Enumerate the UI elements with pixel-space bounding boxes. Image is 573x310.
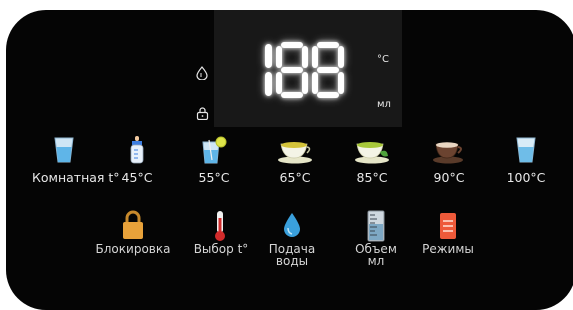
modes-icon [439,212,457,244]
lock-button[interactable]: Блокировка [88,210,178,255]
celsius-unit: °C [377,54,389,65]
water-dispense-button[interactable]: Подача воды [262,210,322,267]
digit-3 [312,42,344,98]
digit-1 [256,42,272,98]
ml-unit: мл [377,99,391,110]
temp-label: 90°C [433,170,465,185]
control-label-line2: воды [275,254,309,268]
volume-button[interactable]: Объем мл [348,210,404,267]
temp-label: 65°C [279,170,311,185]
control-label-line2: мл [367,254,385,268]
green-tea-icon [354,136,390,168]
temp-label: Комнатная t° [32,170,120,185]
padlock-icon [122,210,144,244]
modes-button[interactable]: Режимы [418,210,478,255]
temp-label: 85°C [356,170,388,185]
control-label: Режимы [422,242,474,256]
water-drop-outline-icon [196,65,208,81]
tea-cup-icon [277,136,313,168]
coffee-cup-icon [432,136,466,168]
measuring-cup-icon [366,210,386,246]
lemon-water-icon [200,136,228,168]
control-label: Блокировка [95,242,171,256]
water-drop-icon [283,212,301,242]
baby-bottle-icon [129,136,145,168]
temp-label: 45°C [121,170,153,185]
control-panel: °C мл Комнатная t° 45°C 55°C 65°C 85°C 9… [6,10,573,310]
temp-select-button[interactable]: Выбор t° [186,210,256,255]
temp-label: 55°C [198,170,230,185]
glass-icon [53,136,75,168]
lock-outline-icon [196,105,209,121]
led-display: °C мл [196,10,402,127]
thermometer-icon [213,210,227,246]
digit-readout [256,42,344,98]
digit-2 [276,42,308,98]
hot-glass-icon [515,136,537,168]
temp-label: 100°C [506,170,546,185]
